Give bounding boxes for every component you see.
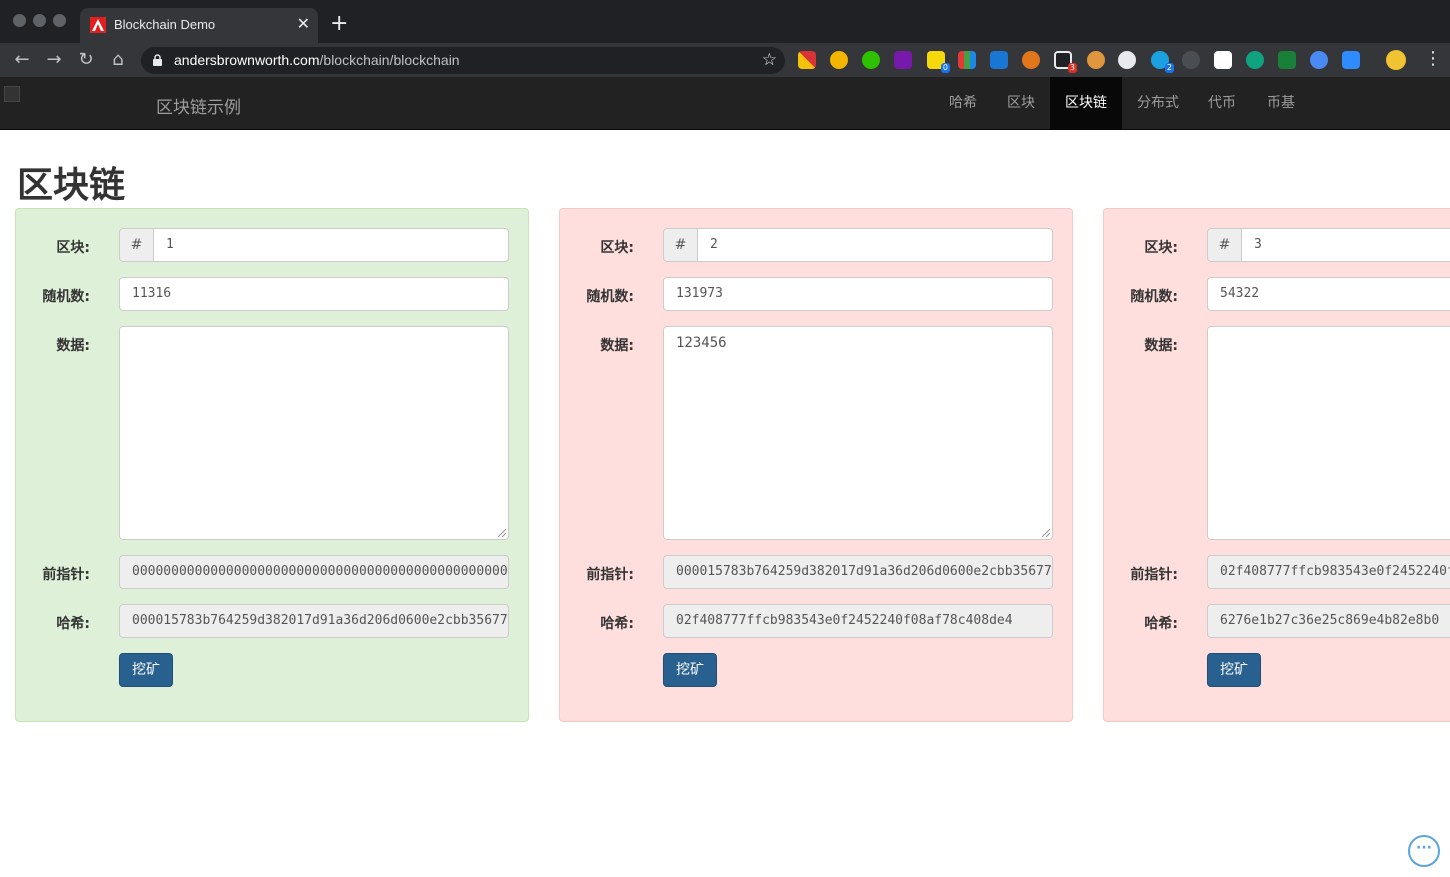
nav-item-coinbase[interactable]: 币基 xyxy=(1252,77,1310,129)
block-number-label: 区块: xyxy=(600,240,634,256)
hash-label: 哈希: xyxy=(1144,616,1178,632)
data-label: 数据: xyxy=(600,338,634,354)
block-number-input[interactable]: 2 xyxy=(697,228,1053,262)
nav-item-hash[interactable]: 哈希 xyxy=(934,77,992,129)
forward-icon[interactable]: → xyxy=(43,49,65,71)
nonce-input[interactable]: 131973 xyxy=(663,277,1053,311)
url-text: andersbrownworth.com/blockchain/blockcha… xyxy=(174,52,460,68)
mine-button[interactable]: 挖矿 xyxy=(663,653,717,687)
tab-title: Blockchain Demo xyxy=(114,17,216,32)
nonce-input[interactable]: 54322 xyxy=(1207,277,1450,311)
data-label: 数据: xyxy=(1144,338,1178,354)
notes-extension-icon[interactable]: 0 xyxy=(927,51,950,73)
browser-menu-icon[interactable]: ⋮ xyxy=(1424,48,1442,70)
translate-extension-icon[interactable] xyxy=(990,51,1008,69)
wechat-extension-icon[interactable] xyxy=(862,51,880,69)
nav-item-blockchain[interactable]: 区块链 xyxy=(1050,77,1122,129)
page-title: 区块链 xyxy=(17,165,126,206)
block-card: 区块: # 3 随机数: 54322 数据: 前指针: 02f408777ffc… xyxy=(1103,208,1450,722)
browser-tab[interactable]: Blockchain Demo ✕ xyxy=(80,8,318,43)
resize-handle-icon[interactable] xyxy=(1042,529,1050,537)
block-number-input[interactable]: 3 xyxy=(1241,228,1450,262)
prev-hash-field: 0000000000000000000000000000000000000000… xyxy=(119,555,509,589)
metamask-extension-icon[interactable] xyxy=(1022,51,1040,69)
data-textarea[interactable] xyxy=(1207,326,1450,540)
browser-toolbar: ← → ↻ ⌂ andersbrownworth.com/blockchain/… xyxy=(0,43,1450,77)
onenote-extension-icon[interactable] xyxy=(894,51,912,69)
mine-button[interactable]: 挖矿 xyxy=(119,653,173,687)
prev-label: 前指针: xyxy=(586,567,634,583)
address-bar[interactable]: andersbrownworth.com/blockchain/blockcha… xyxy=(141,47,785,74)
prev-label: 前指针: xyxy=(1130,567,1178,583)
eye-extension-icon[interactable] xyxy=(1182,51,1200,69)
extension-icon[interactable]: 2 xyxy=(1151,51,1174,73)
data-textarea[interactable] xyxy=(119,326,509,540)
nav-item-block[interactable]: 区块 xyxy=(992,77,1050,129)
nonce-label: 随机数: xyxy=(586,289,634,305)
bookmark-star-icon[interactable]: ☆ xyxy=(762,50,777,70)
hash-sign-addon: # xyxy=(119,228,154,262)
minimize-window-icon[interactable] xyxy=(33,14,46,27)
prev-hash-field: 000015783b764259d382017d91a36d206d0600e2… xyxy=(663,555,1053,589)
hash-sign-addon: # xyxy=(1207,228,1242,262)
home-icon[interactable]: ⌂ xyxy=(107,49,129,71)
data-label: 数据: xyxy=(56,338,90,354)
maximize-window-icon[interactable] xyxy=(53,14,66,27)
browser-tab-strip: Blockchain Demo ✕ + xyxy=(0,0,1450,43)
chat-extension-icon[interactable] xyxy=(1310,51,1328,69)
nav-item-distributed[interactable]: 分布式 xyxy=(1122,77,1194,129)
hash-field: 02f408777ffcb983543e0f2452240f08af78c408… xyxy=(663,604,1053,638)
tab-close-icon[interactable]: ✕ xyxy=(297,15,310,33)
extension-icon[interactable] xyxy=(830,51,848,69)
chat-support-icon[interactable] xyxy=(1408,835,1440,867)
resize-handle-icon[interactable] xyxy=(498,529,506,537)
extension-icon[interactable] xyxy=(1214,51,1232,69)
block-number-label: 区块: xyxy=(56,240,90,256)
prev-label: 前指针: xyxy=(42,567,90,583)
hash-field: 6276e1b27c36e25c869e4b82e8b0 xyxy=(1207,604,1450,638)
site-brand[interactable]: 区块链示例 xyxy=(156,93,241,118)
profile-avatar[interactable] xyxy=(1386,50,1406,70)
lock-icon xyxy=(153,54,162,66)
nonce-label: 随机数: xyxy=(1130,289,1178,305)
back-icon[interactable]: ← xyxy=(11,49,33,71)
block-card: 区块: # 2 随机数: 131973 数据: 123456 前指针: 0000… xyxy=(559,208,1073,722)
data-textarea[interactable]: 123456 xyxy=(663,326,1053,540)
extension-icon[interactable]: 3 xyxy=(1054,51,1077,73)
navbar-toggle-icon[interactable] xyxy=(4,86,20,102)
hash-field: 000015783b764259d382017d91a36d206d0600e2… xyxy=(119,604,509,638)
block-number-input[interactable]: 1 xyxy=(153,228,509,262)
mine-button[interactable]: 挖矿 xyxy=(1207,653,1261,687)
cookie-extension-icon[interactable] xyxy=(1087,51,1105,69)
hash-label: 哈希: xyxy=(600,616,634,632)
extension-icon[interactable] xyxy=(1118,51,1136,69)
hash-label: 哈希: xyxy=(56,616,90,632)
nonce-label: 随机数: xyxy=(42,289,90,305)
sheets-extension-icon[interactable] xyxy=(1278,51,1296,69)
nav-item-tokens[interactable]: 代币 xyxy=(1193,77,1251,129)
hash-sign-addon: # xyxy=(663,228,698,262)
extension-icon[interactable] xyxy=(1246,51,1264,69)
site-favicon-icon xyxy=(90,17,106,33)
close-window-icon[interactable] xyxy=(13,14,26,27)
site-navbar: 区块链示例 哈希 区块 区块链 分布式 代币 币基 xyxy=(0,77,1450,130)
zoom-extension-icon[interactable] xyxy=(1342,51,1360,69)
new-tab-button[interactable]: + xyxy=(330,13,348,35)
reload-icon[interactable]: ↻ xyxy=(75,49,97,71)
nonce-input[interactable]: 11316 xyxy=(119,277,509,311)
prev-hash-field: 02f408777ffcb983543e0f2452240f08af78c408… xyxy=(1207,555,1450,589)
block-number-label: 区块: xyxy=(1144,240,1178,256)
block-card: 区块: # 1 随机数: 11316 数据: 前指针: 000000000000… xyxy=(15,208,529,722)
extension-icon[interactable] xyxy=(798,51,816,69)
extension-icon[interactable] xyxy=(958,51,976,69)
